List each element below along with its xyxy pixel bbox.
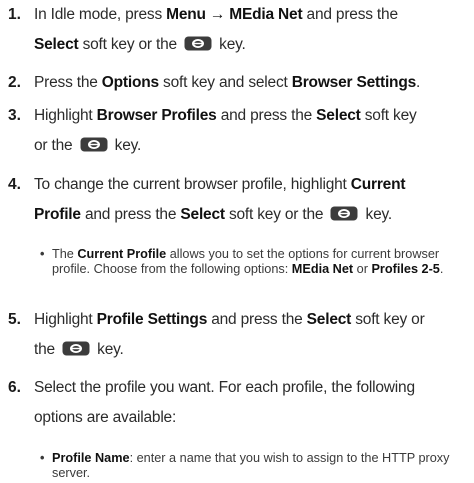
select-key-icon — [330, 206, 358, 221]
step-number: 5. — [8, 311, 21, 328]
step-text: Press the Options soft key and select Br… — [34, 68, 466, 98]
manual-page: 1. In Idle mode, press Menu → MEdia Net … — [0, 0, 474, 483]
bullet-dot: • — [40, 247, 45, 261]
text-run: Select the profile you want. For each pr… — [34, 379, 415, 396]
bullet-dot: • — [40, 451, 45, 465]
step-number: 4. — [8, 176, 21, 193]
text-run: soft key and select — [158, 74, 292, 91]
text-run: In Idle mode, press — [34, 6, 167, 23]
profile-settings-label: Profile Settings — [96, 311, 208, 328]
step-text: Highlight Profile Settings and press the… — [34, 305, 466, 365]
text-run: and press the — [216, 107, 317, 124]
current-label: Current — [350, 176, 406, 193]
step-number: 3. — [8, 107, 21, 124]
media-net-label: MEdia Net — [291, 262, 354, 276]
text-run: or — [353, 262, 372, 276]
text-run: Highlight — [34, 107, 97, 124]
text-run: key. — [361, 206, 393, 223]
bullet-text: The Current Profile allows you to set th… — [52, 247, 464, 277]
text-run: Press the — [34, 74, 102, 91]
text-run: Highlight — [34, 311, 97, 328]
browser-profiles-label: Browser Profiles — [96, 107, 217, 124]
step-number: 1. — [8, 6, 21, 23]
select-label: Select — [34, 36, 79, 53]
step-text: Select the profile you want. For each pr… — [34, 373, 466, 433]
menu-path: Menu → MEdia Net — [166, 6, 303, 23]
profile-name-label: Profile Name — [52, 451, 130, 465]
text-run: soft key or the — [224, 206, 328, 223]
text-run: the — [34, 341, 60, 358]
text-run: The — [52, 247, 78, 261]
text-run: soft key — [360, 107, 417, 124]
text-run: key. — [110, 137, 142, 154]
select-key-icon — [184, 36, 212, 51]
text-run: and press the — [207, 311, 307, 328]
text-run: . — [439, 262, 444, 276]
profile-label: Profile — [34, 206, 81, 223]
step-text: Highlight Browser Profiles and press the… — [34, 101, 466, 161]
step-number: 6. — [8, 379, 21, 396]
browser-settings-label: Browser Settings — [291, 74, 417, 91]
profiles-label: Profiles 2-5 — [371, 262, 440, 276]
bullet-text: Profile Name: enter a name that you wish… — [52, 451, 464, 481]
select-key-icon — [80, 137, 108, 152]
select-label: Select — [306, 311, 352, 328]
select-key-icon — [62, 341, 90, 356]
step-number: 2. — [8, 74, 21, 91]
text-run: . — [416, 74, 421, 91]
step-text: To change the current browser profile, h… — [34, 170, 466, 230]
select-label: Select — [180, 206, 225, 223]
text-run: soft key or the — [78, 36, 182, 53]
current-profile-label: Current Profile — [77, 247, 167, 261]
text-run: and press the — [80, 206, 181, 223]
text-run: To change the current browser profile, h… — [34, 176, 351, 193]
text-run: and press the — [302, 6, 399, 23]
text-run: key. — [93, 341, 124, 358]
step-text: In Idle mode, press Menu → MEdia Net and… — [34, 0, 466, 60]
select-label: Select — [316, 107, 361, 124]
text-run: options are available: — [34, 409, 177, 426]
options-label: Options — [101, 74, 159, 91]
text-run: or the — [34, 137, 77, 154]
text-run: key. — [215, 36, 246, 53]
text-run: soft key or — [351, 311, 425, 328]
